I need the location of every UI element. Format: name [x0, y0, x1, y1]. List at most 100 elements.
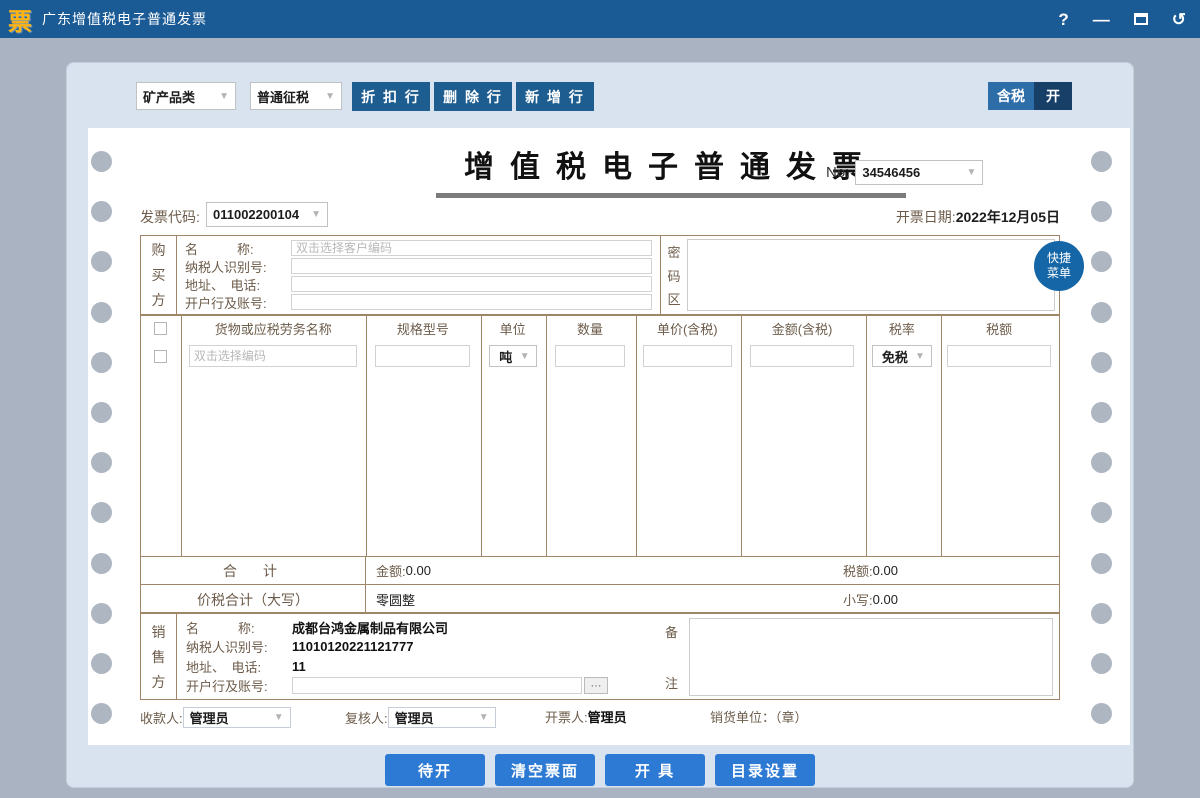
buyer-side-label: 购 买 方: [141, 236, 177, 314]
item-amount-input[interactable]: [750, 345, 855, 367]
discount-row-button[interactable]: 折 扣 行: [352, 82, 430, 111]
perforation-dot: [91, 653, 112, 674]
chevron-down-icon: ▼: [311, 209, 321, 220]
chevron-down-icon: ▼: [219, 91, 229, 102]
seller-bank-label: 开户行及账号:: [186, 676, 292, 695]
buyer-address-input[interactable]: [291, 276, 652, 292]
seller-bank-input[interactable]: [292, 677, 582, 694]
buyer-address-label: 地址、 电话:: [185, 275, 291, 294]
reviewer-group: 复核人: 管理员 ▼: [345, 707, 496, 728]
invoice-no-select[interactable]: 34546456 ▼: [855, 160, 983, 185]
category-select[interactable]: 矿产品类 ▼: [136, 82, 236, 110]
toolbar: 矿产品类 ▼ 普通征税 ▼ 折 扣 行 删 除 行 新 增 行 含税 开: [66, 62, 1134, 126]
invoice-no-label: No:: [826, 164, 849, 181]
perforation-dot: [91, 553, 112, 574]
delete-row-button[interactable]: 删 除 行: [434, 82, 512, 111]
payee-group: 收款人: 管理员 ▼: [140, 707, 291, 728]
remark-label: 备 注: [665, 622, 678, 692]
tax-included-label: 含税: [988, 82, 1034, 110]
buyer-bank-input[interactable]: [291, 294, 652, 310]
seller-taxid-value: 11010120221121777: [292, 639, 413, 654]
chevron-down-icon: ▼: [325, 91, 335, 102]
perforation-dot: [91, 352, 112, 373]
select-all-checkbox[interactable]: [154, 322, 167, 335]
buyer-taxid-input[interactable]: [291, 258, 652, 274]
tax-included-toggle[interactable]: 含税 开: [988, 82, 1072, 110]
row-checkbox[interactable]: [154, 350, 167, 363]
seller-unit-stamp: 销货单位：（章）: [710, 707, 808, 726]
perforation-dot: [1091, 603, 1112, 624]
catalog-settings-button[interactable]: 目录设置: [715, 754, 815, 786]
item-taxrate-select[interactable]: 免税 ▼: [872, 345, 932, 367]
invoice-code-select[interactable]: 011002200104 ▼: [206, 202, 328, 227]
amount-in-words-label: 价税合计（大写）: [141, 585, 366, 614]
perforation-dot: [1091, 151, 1112, 172]
tax-method-select[interactable]: 普通征税 ▼: [250, 82, 342, 110]
titlebar: 票 广东增值税电子普通发票 ? — ↺: [0, 0, 1200, 38]
perforation-dot: [91, 251, 112, 272]
seller-address-label: 地址、 电话:: [186, 657, 292, 676]
app-title: 广东增值税电子普通发票: [42, 9, 207, 29]
buyer-section: 购 买 方 名 称: 纳税人识别号: 地址、 电话: 开户行及账: [140, 235, 1060, 315]
perforation-dot: [91, 502, 112, 523]
totals-tax: 税额:0.00: [843, 557, 898, 584]
item-taxamount-input[interactable]: [947, 345, 1051, 367]
restore-window-icon[interactable]: [1134, 13, 1148, 25]
add-row-button[interactable]: 新 增 行: [516, 82, 594, 111]
help-icon[interactable]: ?: [1058, 11, 1068, 28]
clear-invoice-button[interactable]: 清空票面: [495, 754, 595, 786]
main-panel: 矿产品类 ▼ 普通征税 ▼ 折 扣 行 删 除 行 新 增 行 含税 开 增值税…: [66, 62, 1134, 788]
items-table-header: 货物或应税劳务名称 规格型号 单位 数量 单价(含税) 金额(含税) 税率 税额: [141, 316, 1059, 340]
pending-invoices-button[interactable]: 待开: [385, 754, 485, 786]
item-price-input[interactable]: [643, 345, 732, 367]
minimize-icon[interactable]: —: [1093, 11, 1110, 28]
window-controls: ? — ↺: [1058, 0, 1186, 38]
buyer-bank-label: 开户行及账号:: [185, 293, 291, 312]
perforation-dot: [91, 402, 112, 423]
payee-select[interactable]: 管理员 ▼: [183, 707, 291, 728]
perforation-dot: [1091, 703, 1112, 724]
perforation-dots-left: [91, 128, 112, 745]
item-qty-input[interactable]: [555, 345, 625, 367]
remark-box[interactable]: [689, 618, 1053, 696]
perforation-dot: [91, 302, 112, 323]
item-spec-input[interactable]: [375, 345, 470, 367]
perforation-dot: [1091, 553, 1112, 574]
password-area-box: [687, 239, 1055, 311]
chevron-down-icon: ▼: [479, 712, 489, 723]
perforation-dot: [91, 201, 112, 222]
quick-menu-button[interactable]: 快捷 菜单: [1034, 241, 1084, 291]
back-icon[interactable]: ↺: [1172, 11, 1186, 28]
invoice-code-row: 发票代码: 011002200104 ▼ 开票日期:2022年12月05日: [140, 202, 1060, 228]
chevron-down-icon: ▼: [966, 167, 976, 178]
item-unit-select[interactable]: 吨 ▼: [489, 345, 537, 367]
totals-amount: 金额:0.00: [376, 557, 431, 584]
reviewer-select[interactable]: 管理员 ▼: [388, 707, 496, 728]
browse-button[interactable]: ···: [584, 677, 608, 694]
invoice-date: 开票日期:2022年12月05日: [896, 207, 1060, 227]
items-table: 货物或应税劳务名称 规格型号 单位 数量 单价(含税) 金额(含税) 税率 税额…: [140, 315, 1060, 613]
buyer-name-input[interactable]: [291, 240, 652, 256]
invoice-code-label: 发票代码:: [140, 207, 200, 227]
item-name-input[interactable]: [189, 345, 358, 367]
amount-small-value: 小写:0.00: [843, 585, 898, 614]
perforation-dot: [91, 603, 112, 624]
perforation-dot: [1091, 452, 1112, 473]
drawer-group: 开票人: 管理员: [545, 707, 627, 726]
perforation-dot: [1091, 201, 1112, 222]
seller-name-value: 成都台鸿金属制品有限公司: [292, 618, 448, 637]
buyer-name-label: 名 称:: [185, 239, 291, 258]
perforation-dot: [1091, 653, 1112, 674]
item-row: 吨 ▼ 免税 ▼: [141, 342, 1059, 370]
perforation-dot: [91, 452, 112, 473]
seller-fields: 名 称: 成都台鸿金属制品有限公司 纳税人识别号: 11010120221121…: [178, 614, 678, 699]
perforation-dot: [91, 151, 112, 172]
perforation-dot: [1091, 352, 1112, 373]
amount-in-words-row: 价税合计（大写） 零圆整 小写:0.00: [141, 584, 1059, 614]
invoice-paper: 增值税电子普通发票 No: 34546456 ▼ 发票代码: 011002200…: [88, 128, 1130, 745]
invoice-no-group: No: 34546456 ▼: [826, 160, 983, 185]
buyer-fields: 名 称: 纳税人识别号: 地址、 电话: 开户行及账号:: [177, 236, 661, 314]
password-area-label: 密 码 区: [661, 236, 687, 314]
issue-invoice-button[interactable]: 开 具: [605, 754, 705, 786]
signer-fields-row: 收款人: 管理员 ▼ 复核人: 管理员 ▼ 开票人: 管理员 销货单位：（章）: [140, 707, 1060, 731]
